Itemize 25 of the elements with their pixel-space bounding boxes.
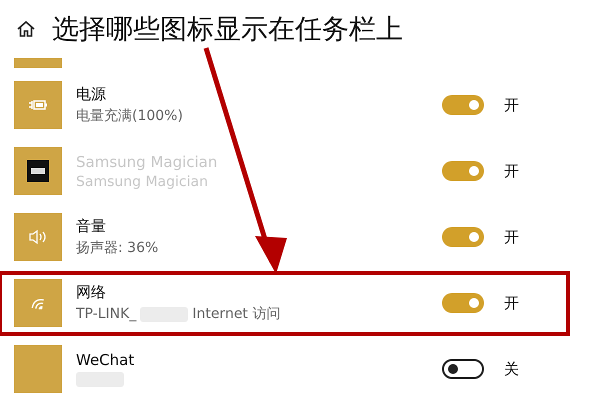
app-tile — [14, 345, 62, 393]
toggle-label: 开 — [504, 294, 520, 312]
toggle-switch[interactable] — [442, 95, 484, 115]
app-status: 电量充满(100%) — [76, 107, 183, 125]
page-title: 选择哪些图标显示在任务栏上 — [52, 13, 403, 47]
app-name: WeChat — [76, 351, 136, 369]
app-status: Internet 访问 — [192, 305, 280, 323]
toggle-switch[interactable] — [442, 227, 484, 247]
speaker-icon — [28, 229, 48, 245]
app-name: 网络 — [76, 283, 107, 302]
toggle-switch[interactable] — [442, 359, 484, 379]
toggle-label: 开 — [504, 228, 520, 246]
battery-icon — [28, 99, 48, 111]
app-status: TP-LINK_ — [76, 306, 136, 322]
toggle-switch[interactable] — [442, 161, 484, 181]
ssd-icon — [27, 160, 49, 182]
app-tile — [14, 58, 62, 68]
toggle-label: 关 — [504, 360, 520, 378]
app-status: 扬声器: 36% — [76, 239, 158, 257]
app-name: 电源 — [76, 85, 107, 104]
home-icon[interactable] — [16, 19, 36, 39]
toggle-label: 开 — [504, 96, 520, 114]
app-name: 音量 — [76, 217, 107, 236]
toggle-label: 开 — [504, 162, 520, 180]
toggle-switch[interactable] — [442, 293, 484, 313]
